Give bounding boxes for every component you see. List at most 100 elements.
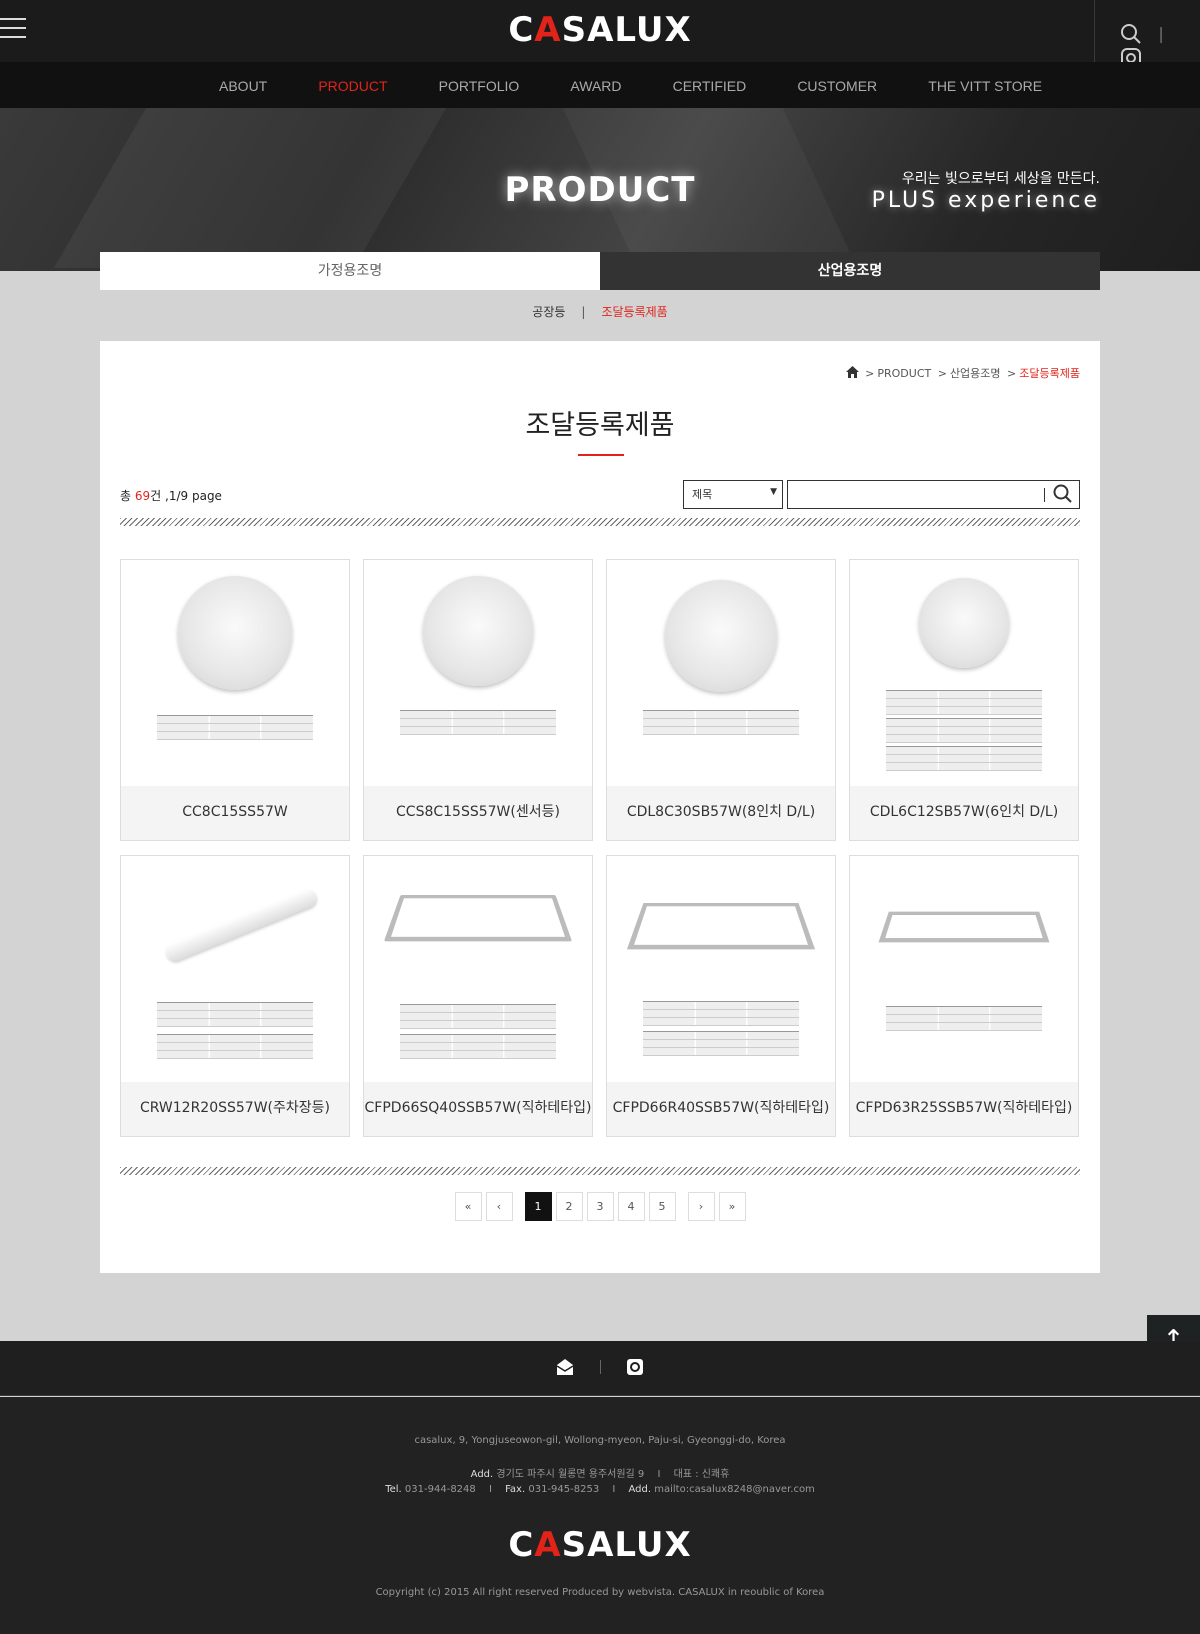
- footer-logo-pre: C: [508, 1525, 535, 1565]
- sensor-light-image: [423, 576, 533, 686]
- product-card[interactable]: CCS8C15SS57W(센서등): [363, 559, 593, 841]
- nav-product[interactable]: PRODUCT: [318, 78, 387, 94]
- footer-address-kr: Add. 경기도 파주시 월롱면 용주서원길 9 I 대표 : 신쾌휴: [0, 1465, 1200, 1480]
- search-icon[interactable]: [1120, 23, 1142, 45]
- product-card[interactable]: CDL8C30SB57W(8인치 D/L): [606, 559, 836, 841]
- spec-table: [400, 1034, 556, 1059]
- tab-industrial-lighting[interactable]: 산업용조명: [600, 252, 1100, 290]
- nav-about[interactable]: ABOUT: [219, 78, 267, 94]
- home-icon[interactable]: [845, 366, 859, 378]
- footer-ceo: 대표 : 신쾌휴: [673, 1469, 730, 1480]
- logo-text-accent: A: [534, 10, 562, 50]
- search-icon[interactable]: [1053, 483, 1073, 505]
- product-card[interactable]: CRW12R20SS57W(주차장등): [120, 855, 350, 1137]
- tube-light-image: [163, 886, 319, 964]
- product-name: CDL6C12SB57W(6인치 D/L): [869, 804, 1059, 820]
- page-4-button[interactable]: 4: [617, 1192, 645, 1221]
- breadcrumb-sep: >: [937, 367, 947, 380]
- footer-address-en: casalux, 9, Yongjuseowon-gil, Wollong-my…: [414, 1435, 786, 1446]
- product-name: CC8C15SS57W: [182, 804, 288, 820]
- search-field-select[interactable]: 제목 ▼: [683, 480, 783, 509]
- tab-home-lighting[interactable]: 가정용조명: [100, 252, 600, 290]
- spec-table: [400, 1004, 556, 1029]
- page-5-button[interactable]: 5: [648, 1192, 676, 1221]
- panel-light-image: [626, 903, 816, 950]
- product-image: [364, 560, 592, 786]
- footer-email-link[interactable]: mailto:casalux8248@naver.com: [654, 1484, 815, 1495]
- divider-hatch: [120, 1167, 1080, 1175]
- spec-table: [400, 710, 556, 735]
- product-name: CRW12R20SS57W(주차장등): [139, 1100, 330, 1116]
- nav-award[interactable]: AWARD: [570, 78, 621, 94]
- pagination: «‹ 1 2 3 4 5 ›»: [100, 1192, 1100, 1221]
- spec-table: [886, 1006, 1042, 1031]
- site-logo[interactable]: CASALUX: [0, 10, 1200, 50]
- content-card: > PRODUCT > 산업용조명 > 조달등록제품 조달등록제품 총 69건 ,1/…: [100, 341, 1100, 1273]
- footer-sep: I: [612, 1484, 616, 1495]
- product-image: [607, 856, 835, 1082]
- instagram-icon[interactable]: [626, 1358, 644, 1376]
- nav-vitt-store[interactable]: THE VITT STORE: [928, 78, 1042, 94]
- product-card[interactable]: CC8C15SS57W: [120, 559, 350, 841]
- product-name: CDL8C30SB57W(8인치 D/L): [626, 804, 816, 820]
- nav-customer[interactable]: CUSTOMER: [797, 78, 877, 94]
- result-count: 총 69건 ,1/9 page: [120, 487, 222, 504]
- next-page-button[interactable]: ›: [687, 1192, 715, 1221]
- page-2-button[interactable]: 2: [555, 1192, 583, 1221]
- header-icon-separator: |: [1158, 24, 1164, 43]
- product-image: [364, 856, 592, 1082]
- footer-logo: CASALUX: [0, 1525, 1200, 1565]
- hero-tagline-kr: 우리는 빛으로부터 세상을 만든다.: [901, 171, 1100, 187]
- downlight-image: [665, 580, 777, 692]
- spec-table: [643, 1001, 799, 1026]
- page-3-button[interactable]: 3: [586, 1192, 614, 1221]
- product-card[interactable]: CFPD66SQ40SSB57W(직하테타입): [363, 855, 593, 1137]
- divider-hatch: [120, 518, 1080, 526]
- breadcrumb-industrial[interactable]: 산업용조명: [950, 367, 1001, 380]
- page-1-button[interactable]: 1: [524, 1192, 552, 1221]
- product-card[interactable]: CFPD66R40SSB57W(직하테타입): [606, 855, 836, 1137]
- footer-fax-label: Fax.: [505, 1484, 526, 1495]
- spec-table: [643, 1031, 799, 1056]
- main-nav: ABOUT PRODUCT PORTFOLIO AWARD CERTIFIED …: [0, 62, 1200, 108]
- footer-sep: I: [657, 1469, 661, 1480]
- count-number: 69: [134, 489, 151, 503]
- footer-fax: 031-945-8253: [528, 1484, 600, 1495]
- panel-light-image: [383, 895, 573, 942]
- product-image: [121, 856, 349, 1082]
- footer-contact: Tel. 031-944-8248 I Fax. 031-945-8253 I …: [0, 1484, 1200, 1495]
- footer-tel: 031-944-8248: [404, 1484, 476, 1495]
- panel-light-image: [878, 911, 1050, 943]
- first-page-button[interactable]: «: [454, 1192, 482, 1221]
- breadcrumb-product[interactable]: PRODUCT: [877, 367, 931, 380]
- copyright: Copyright (c) 2015 All right reserved Pr…: [375, 1587, 825, 1598]
- logo-text-post: SALUX: [561, 10, 692, 50]
- spec-table: [157, 1002, 313, 1027]
- product-card[interactable]: CFPD63R25SSB57W(직하테타입): [849, 855, 1079, 1137]
- footer-logo-accent: A: [534, 1525, 562, 1565]
- hero-tagline-en: PLUS experience: [871, 188, 1100, 213]
- nav-portfolio[interactable]: PORTFOLIO: [439, 78, 520, 94]
- footer-sep: I: [488, 1484, 492, 1495]
- footer-icon-separator: [599, 1360, 601, 1374]
- downlight-image: [178, 576, 292, 690]
- footer-add-label: Add.: [470, 1469, 494, 1480]
- footer-icons: [0, 1357, 1200, 1377]
- search-input[interactable]: [787, 480, 1080, 509]
- mail-icon[interactable]: [556, 1358, 574, 1376]
- top-bar: CASALUX |: [0, 0, 1200, 68]
- spec-table: [886, 746, 1042, 771]
- product-card[interactable]: CDL6C12SB57W(6인치 D/L): [849, 559, 1079, 841]
- title-underline: [578, 454, 624, 456]
- prev-page-button[interactable]: ‹: [485, 1192, 513, 1221]
- search-divider: [1044, 488, 1045, 502]
- breadcrumb: > PRODUCT > 산업용조명 > 조달등록제품: [845, 365, 1080, 381]
- footer-social-bar: [0, 1341, 1200, 1396]
- spec-table: [643, 710, 799, 735]
- chevron-down-icon: ▼: [770, 487, 777, 497]
- nav-certified[interactable]: CERTIFIED: [673, 78, 747, 94]
- spec-table: [157, 715, 313, 740]
- product-image: [121, 560, 349, 786]
- last-page-button[interactable]: »: [718, 1192, 746, 1221]
- footer: casalux, 9, Yongjuseowon-gil, Wollong-my…: [0, 1397, 1200, 1634]
